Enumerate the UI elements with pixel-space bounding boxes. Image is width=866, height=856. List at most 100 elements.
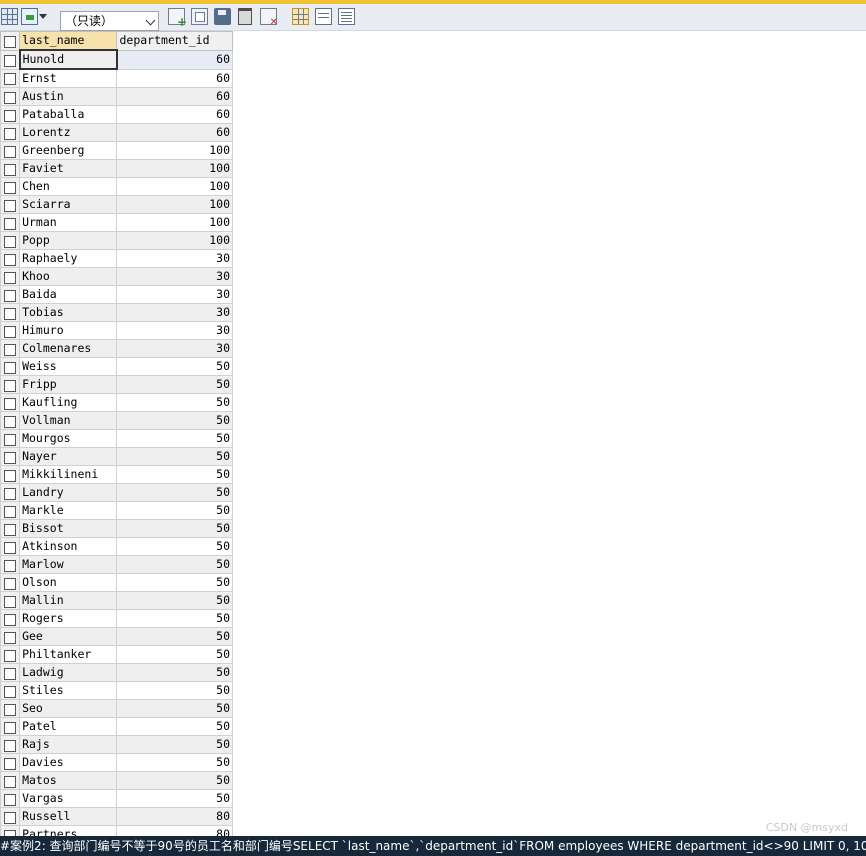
table-row[interactable]: Atkinson 50 bbox=[0, 537, 233, 556]
row-checkbox[interactable] bbox=[0, 249, 21, 268]
cell-department-id[interactable]: 50 bbox=[116, 447, 233, 466]
cell-department-id[interactable]: 50 bbox=[116, 735, 233, 754]
text-view-icon[interactable] bbox=[338, 8, 355, 25]
cell-last-name[interactable]: Fripp bbox=[19, 375, 118, 394]
cell-last-name[interactable]: Popp bbox=[19, 231, 118, 250]
table-row[interactable]: Bissot 50 bbox=[0, 519, 233, 538]
cell-last-name[interactable]: Philtanker bbox=[19, 645, 118, 664]
row-checkbox[interactable] bbox=[0, 753, 21, 772]
row-checkbox[interactable] bbox=[0, 177, 21, 196]
table-row[interactable]: Marlow 50 bbox=[0, 555, 233, 574]
table-row[interactable]: Weiss 50 bbox=[0, 357, 233, 376]
table-row[interactable]: Markle 50 bbox=[0, 501, 233, 520]
column-header-last-name[interactable]: last_name bbox=[19, 31, 118, 51]
cell-department-id[interactable]: 50 bbox=[116, 609, 233, 628]
cell-last-name[interactable]: Bissot bbox=[19, 519, 118, 538]
cell-department-id[interactable]: 50 bbox=[116, 411, 233, 430]
cell-last-name[interactable]: Urman bbox=[19, 213, 118, 232]
row-checkbox[interactable] bbox=[0, 465, 21, 484]
column-header-department-id[interactable]: department_id bbox=[116, 31, 233, 51]
cell-department-id[interactable]: 50 bbox=[116, 393, 233, 412]
table-row[interactable]: Khoo 30 bbox=[0, 267, 233, 286]
cell-department-id[interactable]: 50 bbox=[116, 555, 233, 574]
cell-department-id[interactable]: 50 bbox=[116, 591, 233, 610]
cell-department-id[interactable]: 50 bbox=[116, 753, 233, 772]
row-checkbox[interactable] bbox=[0, 231, 21, 250]
cell-department-id[interactable]: 50 bbox=[116, 429, 233, 448]
table-row[interactable]: Nayer 50 bbox=[0, 447, 233, 466]
table-row[interactable]: Vargas 50 bbox=[0, 789, 233, 808]
cell-last-name[interactable]: Vargas bbox=[19, 789, 118, 808]
table-row[interactable]: Sciarra 100 bbox=[0, 195, 233, 214]
cell-department-id[interactable]: 50 bbox=[116, 681, 233, 700]
row-checkbox[interactable] bbox=[0, 429, 21, 448]
row-checkbox[interactable] bbox=[0, 393, 21, 412]
table-row[interactable]: Faviet 100 bbox=[0, 159, 233, 178]
row-checkbox[interactable] bbox=[0, 681, 21, 700]
table-row[interactable]: Kaufling 50 bbox=[0, 393, 233, 412]
cell-last-name[interactable]: Russell bbox=[19, 807, 118, 826]
cell-last-name[interactable]: Landry bbox=[19, 483, 118, 502]
row-checkbox[interactable] bbox=[0, 519, 21, 538]
cell-department-id[interactable]: 30 bbox=[116, 321, 233, 340]
table-row[interactable]: Rogers 50 bbox=[0, 609, 233, 628]
table-row[interactable]: Austin 60 bbox=[0, 87, 233, 106]
row-checkbox[interactable] bbox=[0, 501, 21, 520]
cell-last-name[interactable]: Pataballa bbox=[19, 105, 118, 124]
cell-department-id[interactable]: 50 bbox=[116, 789, 233, 808]
row-checkbox[interactable] bbox=[0, 645, 21, 664]
cell-department-id[interactable]: 80 bbox=[116, 807, 233, 826]
row-checkbox[interactable] bbox=[0, 68, 21, 88]
row-checkbox[interactable] bbox=[0, 213, 21, 232]
cell-department-id[interactable]: 100 bbox=[116, 213, 233, 232]
table-row[interactable]: Urman 100 bbox=[0, 213, 233, 232]
select-all-checkbox[interactable] bbox=[0, 31, 21, 51]
table-row[interactable]: Davies 50 bbox=[0, 753, 233, 772]
row-checkbox[interactable] bbox=[0, 357, 21, 376]
row-checkbox[interactable] bbox=[0, 285, 21, 304]
grid-results-icon[interactable] bbox=[1, 8, 18, 25]
row-checkbox[interactable] bbox=[0, 267, 21, 286]
cell-department-id[interactable]: 50 bbox=[116, 465, 233, 484]
cell-last-name[interactable]: Kaufling bbox=[19, 393, 118, 412]
cell-last-name[interactable]: Mikkilineni bbox=[19, 465, 118, 484]
cell-last-name[interactable]: Vollman bbox=[19, 411, 118, 430]
table-row[interactable]: Pataballa 60 bbox=[0, 105, 233, 124]
cell-last-name[interactable]: Ernst bbox=[19, 68, 118, 88]
cell-department-id[interactable]: 60 bbox=[116, 105, 233, 124]
cell-last-name[interactable]: Raphaely bbox=[19, 249, 118, 268]
row-checkbox[interactable] bbox=[0, 195, 21, 214]
cell-department-id[interactable]: 60 bbox=[116, 123, 233, 142]
cell-department-id[interactable]: 50 bbox=[116, 519, 233, 538]
row-checkbox[interactable] bbox=[0, 303, 21, 322]
cell-department-id[interactable]: 50 bbox=[116, 357, 233, 376]
row-checkbox[interactable] bbox=[0, 699, 21, 718]
cell-department-id[interactable]: 30 bbox=[116, 339, 233, 358]
row-checkbox[interactable] bbox=[0, 807, 21, 826]
cell-department-id[interactable]: 50 bbox=[116, 375, 233, 394]
table-row[interactable]: Hunold 60 bbox=[0, 49, 233, 70]
grid-view-icon[interactable] bbox=[292, 8, 309, 25]
cell-department-id[interactable]: 50 bbox=[116, 663, 233, 682]
cell-last-name[interactable]: Lorentz bbox=[19, 123, 118, 142]
cell-last-name[interactable]: Weiss bbox=[19, 357, 118, 376]
table-row[interactable]: Tobias 30 bbox=[0, 303, 233, 322]
table-row[interactable]: Ladwig 50 bbox=[0, 663, 233, 682]
cell-department-id[interactable]: 50 bbox=[116, 483, 233, 502]
cell-last-name[interactable]: Stiles bbox=[19, 681, 118, 700]
row-checkbox[interactable] bbox=[0, 771, 21, 790]
row-checkbox[interactable] bbox=[0, 555, 21, 574]
table-row[interactable]: Mikkilineni 50 bbox=[0, 465, 233, 484]
table-row[interactable]: Patel 50 bbox=[0, 717, 233, 736]
cell-department-id[interactable]: 30 bbox=[116, 249, 233, 268]
cell-last-name[interactable]: Davies bbox=[19, 753, 118, 772]
cell-department-id[interactable]: 50 bbox=[116, 645, 233, 664]
table-row[interactable]: Stiles 50 bbox=[0, 681, 233, 700]
cell-department-id[interactable]: 60 bbox=[116, 87, 233, 106]
row-checkbox[interactable] bbox=[0, 321, 21, 340]
table-row[interactable]: Fripp 50 bbox=[0, 375, 233, 394]
table-row[interactable]: Greenberg 100 bbox=[0, 141, 233, 160]
row-checkbox[interactable] bbox=[0, 375, 21, 394]
table-row[interactable]: Mallin 50 bbox=[0, 591, 233, 610]
cell-department-id[interactable]: 60 bbox=[116, 49, 233, 70]
